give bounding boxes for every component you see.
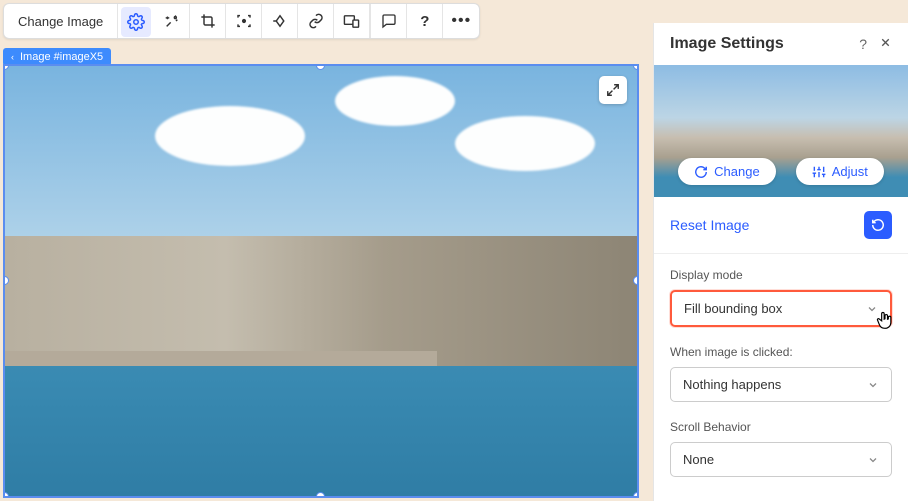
scroll-behavior-value: None [683,452,714,467]
scroll-behavior-section: Scroll Behavior None [654,406,908,481]
panel-header: Image Settings ? [654,23,908,65]
adjust-button-label: Adjust [832,164,868,179]
link-button[interactable] [298,4,334,38]
resize-handle-bm[interactable] [316,492,325,498]
change-button[interactable]: Change [678,158,776,185]
settings-button[interactable] [121,7,151,37]
undo-icon [871,218,885,232]
display-mode-section: Display mode Fill bounding box [654,254,908,331]
crop-button[interactable] [190,4,226,38]
selected-image-frame[interactable] [3,64,639,498]
change-image-button[interactable]: Change Image [4,4,118,38]
refresh-icon [694,165,708,179]
image-placeholder-water [5,366,637,496]
display-mode-label: Display mode [670,268,892,282]
animation-icon [271,12,289,30]
focal-icon [236,13,252,29]
devices-icon [343,13,360,30]
image-settings-panel: Image Settings ? Change Adjust [653,23,908,501]
image-preview: Change Adjust [654,65,908,197]
more-icon: ••• [451,12,471,30]
question-icon: ? [420,13,429,30]
click-action-value: Nothing happens [683,377,781,392]
panel-close-button[interactable] [879,36,892,52]
sliders-icon [812,165,826,179]
responsive-button[interactable] [334,4,370,38]
click-action-section: When image is clicked: Nothing happens [654,331,908,406]
expand-button[interactable] [599,76,627,104]
undo-button[interactable] [864,211,892,239]
question-icon: ? [859,36,867,52]
breadcrumb-label: Image #imageX5 [20,51,103,63]
resize-handle-br[interactable] [633,492,639,498]
reset-image-link[interactable]: Reset Image [670,217,749,233]
resize-handle-tr[interactable] [633,64,639,70]
panel-help-button[interactable]: ? [859,36,867,52]
chevron-down-icon [867,379,879,391]
crop-icon [200,13,216,29]
chevron-left-icon: ‹ [11,52,14,62]
expand-icon [606,83,620,97]
scroll-behavior-label: Scroll Behavior [670,420,892,434]
animation-button[interactable] [262,4,298,38]
wand-icon [164,13,180,29]
display-mode-value: Fill bounding box [684,301,782,316]
display-mode-select[interactable]: Fill bounding box [670,290,892,327]
change-button-label: Change [714,164,760,179]
image-placeholder-clouds [35,76,607,256]
comment-icon [381,13,397,29]
help-button[interactable]: ? [407,4,443,38]
link-icon [308,13,324,29]
click-action-select[interactable]: Nothing happens [670,367,892,402]
chevron-down-icon [866,303,878,315]
panel-title: Image Settings [670,35,784,53]
resize-handle-mr[interactable] [633,276,639,285]
more-button[interactable]: ••• [443,4,479,38]
image-toolbar: Change Image [3,3,480,39]
chevron-down-icon [867,454,879,466]
reset-row: Reset Image [654,197,908,254]
adjust-button[interactable]: Adjust [796,158,884,185]
filters-button[interactable] [154,4,190,38]
focal-point-button[interactable] [226,4,262,38]
change-image-label: Change Image [18,14,103,29]
resize-handle-bl[interactable] [3,492,9,498]
gear-icon [127,13,145,31]
click-action-label: When image is clicked: [670,345,892,359]
close-icon [879,36,892,49]
scroll-behavior-select[interactable]: None [670,442,892,477]
comment-button[interactable] [371,4,407,38]
